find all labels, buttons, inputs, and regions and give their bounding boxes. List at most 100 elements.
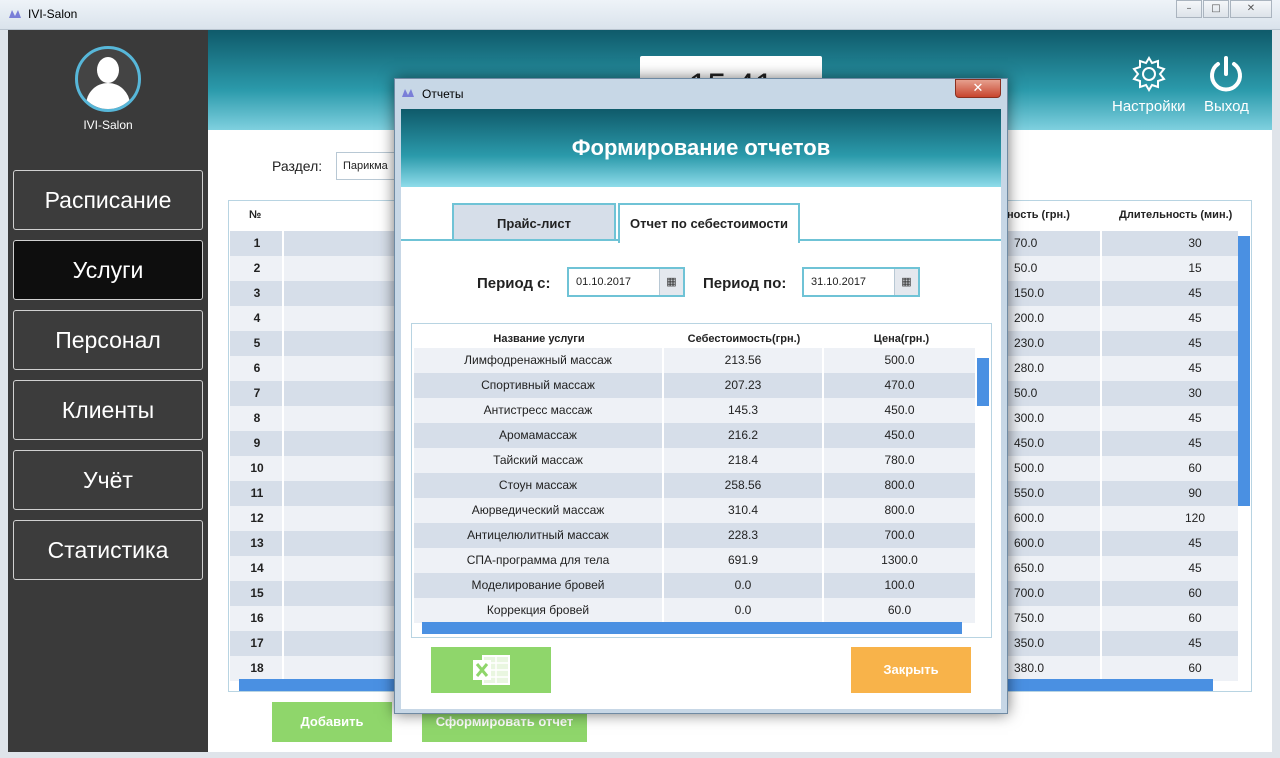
section-label: Раздел:: [272, 158, 323, 174]
service-name-cell: Моделирование бровей: [471, 578, 605, 592]
minimize-button[interactable]: –: [1176, 0, 1202, 18]
sidebar-item-accounting[interactable]: Учёт: [13, 450, 203, 510]
period-from-value: 01.10.2017: [576, 276, 632, 288]
add-button[interactable]: Добавить: [272, 702, 392, 742]
calendar-icon[interactable]: ▦: [659, 269, 683, 295]
dialog-close-button[interactable]: ✕: [955, 79, 1001, 98]
period-to-label: Период по:: [703, 275, 787, 292]
sidebar-item-clients[interactable]: Клиенты: [13, 380, 203, 440]
row-price: 650.0: [1014, 561, 1045, 575]
dialog-title: Отчеты: [422, 87, 464, 101]
user-name: IVI-Salon: [83, 118, 133, 132]
service-name-cell: Спортивный массаж: [481, 378, 595, 392]
service-name-cell: Аюрведический массаж: [471, 503, 605, 517]
period-to-value: 31.10.2017: [811, 276, 867, 288]
app-logo-icon: [402, 89, 414, 97]
price-cell: 800.0: [884, 478, 915, 492]
row-duration: 60: [1188, 611, 1202, 625]
window-close-button[interactable]: ✕: [1230, 0, 1272, 18]
column-header-duration: Длительность (мин.): [1119, 209, 1233, 221]
cost-cell: 228.3: [727, 528, 759, 542]
cost-cell: 0.0: [734, 578, 752, 592]
row-number: 15: [250, 586, 264, 600]
maximize-button[interactable]: □: [1203, 0, 1229, 18]
service-name-cell: Тайский массаж: [493, 453, 583, 467]
report-row[interactable]: Спортивный массаж 207.23 470.0: [414, 373, 975, 398]
period-from-field[interactable]: 01.10.2017 ▦: [567, 267, 685, 297]
row-number: 6: [253, 361, 261, 375]
cost-cell: 145.3: [727, 403, 759, 417]
row-number: 7: [253, 386, 261, 400]
exit-button[interactable]: Выход: [1204, 54, 1249, 115]
sidebar-item-schedule[interactable]: Расписание: [13, 170, 203, 230]
report-row[interactable]: Коррекция бровей 0.0 60.0: [414, 598, 975, 623]
price-cell: 500.0: [884, 353, 915, 367]
report-row[interactable]: Аюрведический массаж 310.4 800.0: [414, 498, 975, 523]
report-row[interactable]: Антистресс массаж 145.3 450.0: [414, 398, 975, 423]
row-number: 18: [250, 661, 264, 675]
report-row[interactable]: Лимфодренажный массаж 213.56 500.0: [414, 348, 975, 373]
row-price: 300.0: [1014, 411, 1045, 425]
table-vertical-scrollbar[interactable]: [1238, 236, 1250, 506]
row-number: 14: [250, 561, 264, 575]
row-number: 5: [253, 336, 261, 350]
sidebar-item-statistics[interactable]: Статистика: [13, 520, 203, 580]
row-duration: 45: [1188, 361, 1202, 375]
settings-button[interactable]: Настройки: [1112, 54, 1186, 115]
report-vertical-scrollbar[interactable]: [977, 358, 989, 406]
column-header-cost: Себестоимость(грн.): [687, 333, 801, 345]
row-duration: 60: [1188, 461, 1202, 475]
avatar[interactable]: [75, 46, 141, 112]
export-excel-button[interactable]: [431, 647, 551, 693]
row-price: 700.0: [1014, 586, 1045, 600]
sidebar-item-services[interactable]: Услуги: [13, 240, 203, 300]
row-price: 600.0: [1014, 536, 1045, 550]
sidebar-item-staff[interactable]: Персонал: [13, 310, 203, 370]
report-row[interactable]: Аромамассаж 216.2 450.0: [414, 423, 975, 448]
report-horizontal-scrollbar[interactable]: [422, 622, 962, 634]
tab-price-list[interactable]: Прайс-лист: [452, 203, 616, 241]
cost-cell: 216.2: [727, 428, 759, 442]
report-row[interactable]: Тайский массаж 218.4 780.0: [414, 448, 975, 473]
close-button[interactable]: Закрыть: [851, 647, 971, 693]
window-title: IVI-Salon: [28, 7, 78, 21]
cost-report-table: Название услуги Себестоимость(грн.) Цена…: [411, 323, 992, 638]
service-name-cell: Лимфодренажный массаж: [464, 353, 612, 367]
row-number: 11: [250, 486, 264, 500]
user-icon: [97, 57, 119, 83]
row-price: 280.0: [1014, 361, 1045, 375]
price-cell: 100.0: [884, 578, 915, 592]
service-name-cell: Стоун массаж: [498, 478, 578, 492]
price-cell: 470.0: [884, 378, 915, 392]
dialog-titlebar: Отчеты ✕: [395, 79, 1007, 107]
settings-label: Настройки: [1112, 98, 1186, 115]
service-name-cell: СПА-программа для тела: [466, 553, 610, 567]
report-row[interactable]: Моделирование бровей 0.0 100.0: [414, 573, 975, 598]
row-duration: 45: [1188, 311, 1202, 325]
row-duration: 120: [1184, 511, 1206, 525]
cost-cell: 0.0: [734, 603, 752, 617]
row-price: 550.0: [1014, 486, 1045, 500]
period-to-field[interactable]: 31.10.2017 ▦: [802, 267, 920, 297]
report-row[interactable]: Стоун массаж 258.56 800.0: [414, 473, 975, 498]
price-cell: 450.0: [884, 428, 915, 442]
calendar-icon[interactable]: ▦: [894, 269, 918, 295]
service-name-cell: Антистресс массаж: [483, 403, 593, 417]
row-number: 9: [253, 436, 261, 450]
report-row[interactable]: Антицелюлитный массаж 228.3 700.0: [414, 523, 975, 548]
tab-cost-report[interactable]: Отчет по себестоимости: [618, 203, 800, 243]
row-price: 450.0: [1014, 436, 1045, 450]
row-price: 750.0: [1014, 611, 1045, 625]
price-cell: 60.0: [887, 603, 912, 617]
report-row[interactable]: СПА-программа для тела 691.9 1300.0: [414, 548, 975, 573]
row-number: 3: [253, 286, 261, 300]
row-duration: 45: [1188, 336, 1202, 350]
exit-label: Выход: [1204, 98, 1249, 115]
price-cell: 800.0: [884, 503, 915, 517]
row-duration: 45: [1188, 636, 1202, 650]
row-number: 4: [253, 311, 261, 325]
row-duration: 45: [1188, 561, 1202, 575]
column-header-price: ность (грн.): [1007, 209, 1070, 221]
row-price: 380.0: [1014, 661, 1045, 675]
cost-cell: 310.4: [727, 503, 759, 517]
